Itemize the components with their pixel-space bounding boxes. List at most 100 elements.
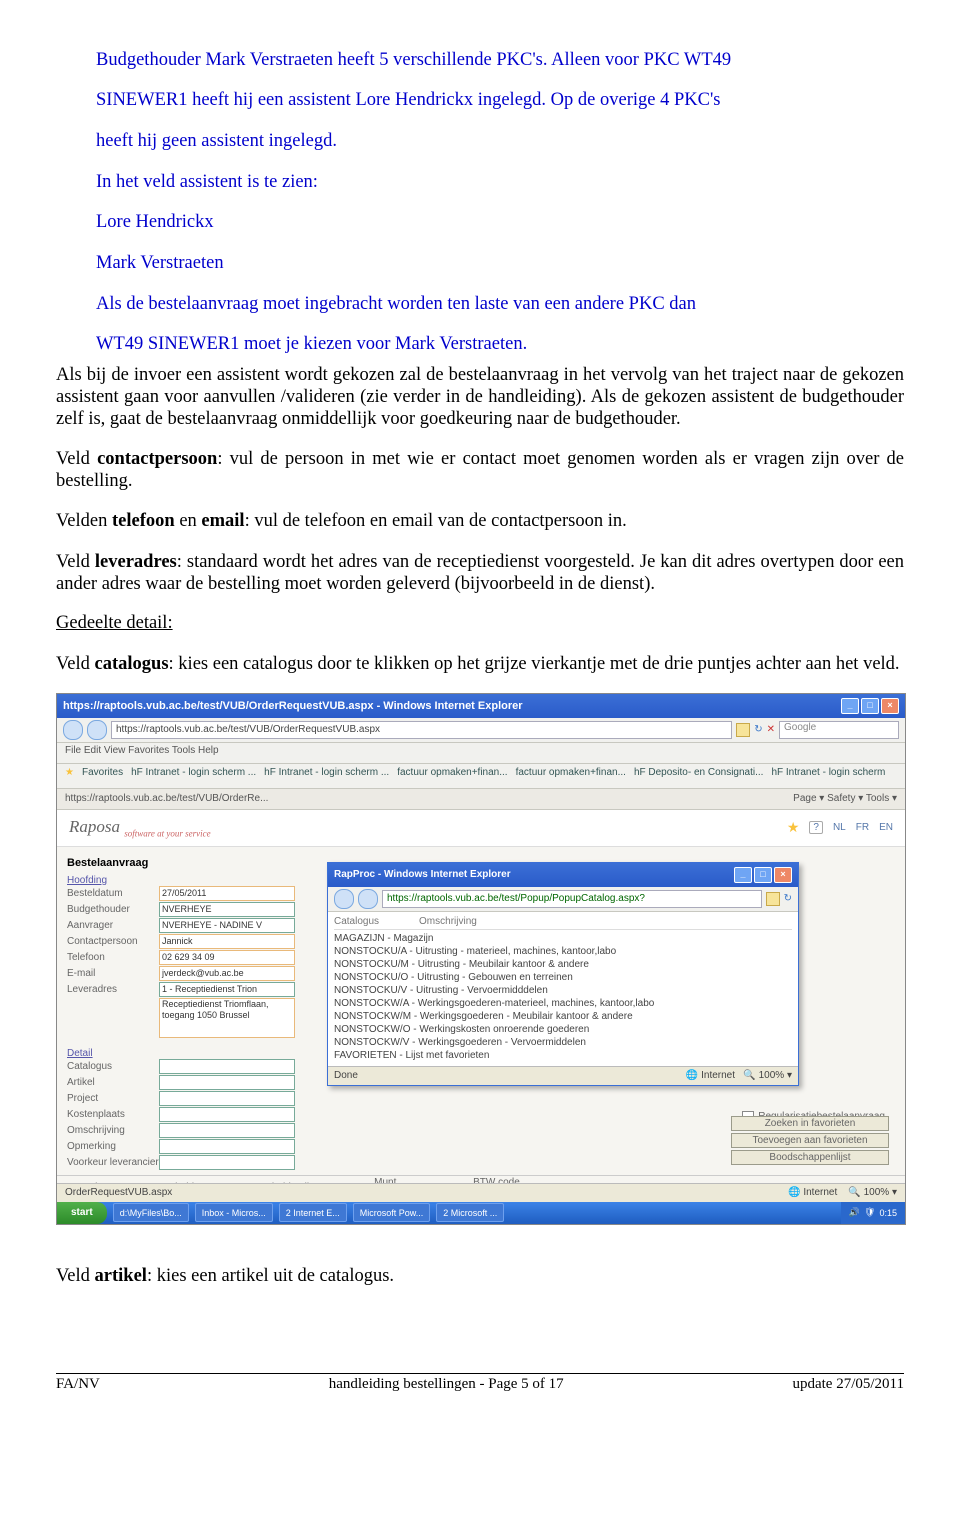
toevoegen-favorieten-button[interactable]: Toevoegen aan favorieten <box>731 1133 889 1148</box>
lang-en[interactable]: EN <box>879 822 893 833</box>
app-screenshot: https://raptools.vub.ac.be/test/VUB/Orde… <box>56 693 906 1225</box>
lang-fr[interactable]: FR <box>856 822 869 833</box>
globe-icon: 🌐 <box>686 1070 698 1081</box>
opmerking-field[interactable] <box>159 1139 295 1154</box>
footer-center: handleiding bestellingen - Page 5 of 17 <box>329 1376 564 1393</box>
star-icon[interactable]: ★ <box>787 819 800 836</box>
omschrijving-field[interactable] <box>159 1123 295 1138</box>
leveradres-text[interactable]: Receptiedienst Triomflaan, toegang 1050 … <box>159 998 295 1038</box>
catalog-item[interactable]: FAVORIETEN - Lijst met favorieten <box>334 1049 792 1062</box>
browser-tab[interactable]: https://raptools.vub.ac.be/test/VUB/Orde… <box>65 793 268 804</box>
maximize-button[interactable]: □ <box>861 698 879 714</box>
intro-line: Als de bestelaanvraag moet ingebracht wo… <box>96 293 904 315</box>
intro-line: Mark Verstraeten <box>96 252 904 274</box>
raposa-logo: Raposa software at your service <box>69 817 211 838</box>
search-input[interactable]: Google <box>779 721 899 739</box>
catalog-item[interactable]: NONSTOCKW/O - Werkingskosten onroerende … <box>334 1023 792 1036</box>
paragraph: Als bij de invoer een assistent wordt ge… <box>56 364 904 431</box>
help-icon[interactable]: ? <box>809 821 823 834</box>
ie-navbar: https://raptools.vub.ac.be/test/VUB/Orde… <box>57 718 905 743</box>
paragraph: Veld artikel: kies een artikel uit de ca… <box>56 1265 904 1287</box>
popup-maximize-button[interactable]: □ <box>754 867 772 883</box>
popup-address-bar[interactable]: https://raptools.vub.ac.be/test/Popup/Po… <box>382 890 762 908</box>
catalogus-field[interactable] <box>159 1059 295 1074</box>
artikel-field[interactable] <box>159 1075 295 1090</box>
contact-field[interactable]: Jannick <box>159 934 295 949</box>
popup-col-omschrijving: Omschrijving <box>419 916 477 927</box>
forward-button[interactable] <box>87 720 107 740</box>
leveradres-select[interactable]: 1 - Receptiedienst Trion <box>159 982 295 997</box>
catalog-item[interactable]: NONSTOCKW/M - Werkingsgoederen - Meubila… <box>334 1010 792 1023</box>
tray-icon[interactable]: 🔊 <box>849 1207 860 1218</box>
label-besteldatum: Besteldatum <box>67 888 159 899</box>
zoeken-favorieten-button[interactable]: Zoeken in favorieten <box>731 1116 889 1131</box>
fav-link[interactable]: factuur opmaken+finan... <box>516 767 626 785</box>
back-button[interactable] <box>63 720 83 740</box>
start-button[interactable]: start <box>57 1202 107 1224</box>
lock-icon <box>736 723 750 737</box>
taskbar-item[interactable]: 2 Microsoft ... <box>436 1203 504 1222</box>
ie-statusbar: OrderRequestVUB.aspx 🌐 Internet 🔍 100% ▾ <box>57 1183 905 1202</box>
label-artikel: Artikel <box>67 1077 159 1088</box>
fav-link[interactable]: factuur opmaken+finan... <box>397 767 507 785</box>
lock-icon <box>766 892 780 906</box>
favorites-bar: ★ Favorites hF Intranet - login scherm .… <box>57 764 905 789</box>
aanvrager-field[interactable]: NVERHEYE - NADINE V <box>159 918 295 933</box>
label-project: Project <box>67 1093 159 1104</box>
popup-back-button[interactable] <box>334 889 354 909</box>
taskbar-item[interactable]: Inbox - Micros... <box>195 1203 273 1222</box>
popup-forward-button[interactable] <box>358 889 378 909</box>
catalog-item[interactable]: NONSTOCKW/A - Werkingsgoederen-materieel… <box>334 997 792 1010</box>
catalog-item[interactable]: NONSTOCKU/A - Uitrusting - materieel, ma… <box>334 945 792 958</box>
fav-link[interactable]: hF Intranet - login scherm ... <box>264 767 389 785</box>
fav-link[interactable]: hF Deposito- en Consignati... <box>634 767 764 785</box>
popup-close-button[interactable]: × <box>774 867 792 883</box>
taskbar-item[interactable]: d:\MyFiles\Bo... <box>113 1203 189 1222</box>
address-bar[interactable]: https://raptools.vub.ac.be/test/VUB/Orde… <box>111 721 732 739</box>
popup-minimize-button[interactable]: _ <box>734 867 752 883</box>
status-left: OrderRequestVUB.aspx <box>65 1187 172 1198</box>
project-field[interactable] <box>159 1091 295 1106</box>
catalog-item[interactable]: NONSTOCKU/V - Uitrusting - Vervoermiddde… <box>334 984 792 997</box>
section-heading: Gedeelte detail: <box>56 613 904 634</box>
taskbar-item[interactable]: 2 Internet E... <box>279 1203 347 1222</box>
favorites-label: Favorites <box>82 767 123 785</box>
fav-link[interactable]: hF Intranet - login scherm ... <box>131 767 256 785</box>
label-omschrijving: Omschrijving <box>67 1125 159 1136</box>
catalog-item[interactable]: NONSTOCKU/O - Uitrusting - Gebouwen en t… <box>334 971 792 984</box>
ie-menu[interactable]: File Edit View Favorites Tools Help <box>57 743 905 764</box>
budgethouder-field[interactable]: NVERHEYE <box>159 902 295 917</box>
boodschappenlijst-button[interactable]: Boodschappenlijst <box>731 1150 889 1165</box>
intro-line: WT49 SINEWER1 moet je kiezen voor Mark V… <box>96 333 904 355</box>
favorites-star-icon[interactable]: ★ <box>65 767 74 785</box>
footer-left: FA/NV <box>56 1376 100 1393</box>
stop-icon[interactable]: ✕ <box>767 724 775 735</box>
telefoon-field[interactable]: 02 629 34 09 <box>159 950 295 965</box>
intro-line: In het veld assistent is te zien: <box>96 171 904 193</box>
close-button[interactable]: × <box>881 698 899 714</box>
label-catalogus: Catalogus <box>67 1061 159 1072</box>
refresh-icon[interactable]: ↻ <box>784 893 792 904</box>
minimize-button[interactable]: _ <box>841 698 859 714</box>
system-tray[interactable]: 🔊 🛡 0:15 <box>841 1202 905 1224</box>
voorkeur-field[interactable] <box>159 1155 295 1170</box>
email-field[interactable]: jverdeck@vub.ac.be <box>159 966 295 981</box>
tab-tools[interactable]: Page ▾ Safety ▾ Tools ▾ <box>793 793 897 804</box>
kostenplaats-field[interactable] <box>159 1107 295 1122</box>
tray-icon[interactable]: 🛡 <box>864 1207 875 1218</box>
clock: 0:15 <box>879 1208 897 1218</box>
label-kostenplaats: Kostenplaats <box>67 1109 159 1120</box>
paragraph: Velden telefoon en email: vul de telefoo… <box>56 510 904 532</box>
catalog-item[interactable]: MAGAZIJN - Magazijn <box>334 932 792 945</box>
fav-link[interactable]: hF Intranet - login scherm <box>771 767 885 785</box>
lang-nl[interactable]: NL <box>833 822 846 833</box>
besteldatum-field[interactable]: 27/05/2011 <box>159 886 295 901</box>
taskbar-item[interactable]: Microsoft Pow... <box>353 1203 431 1222</box>
refresh-icon[interactable]: ↻ <box>754 724 762 735</box>
popup-title: RapProc - Windows Internet Explorer <box>334 869 511 880</box>
label-contact: Contactpersoon <box>67 936 159 947</box>
label-voorkeur: Voorkeur leverancier <box>67 1157 159 1168</box>
form-title: Bestelaanvraag <box>67 857 297 869</box>
catalog-item[interactable]: NONSTOCKW/V - Werkingsgoederen - Vervoer… <box>334 1036 792 1049</box>
catalog-item[interactable]: NONSTOCKU/M - Uitrusting - Meubilair kan… <box>334 958 792 971</box>
